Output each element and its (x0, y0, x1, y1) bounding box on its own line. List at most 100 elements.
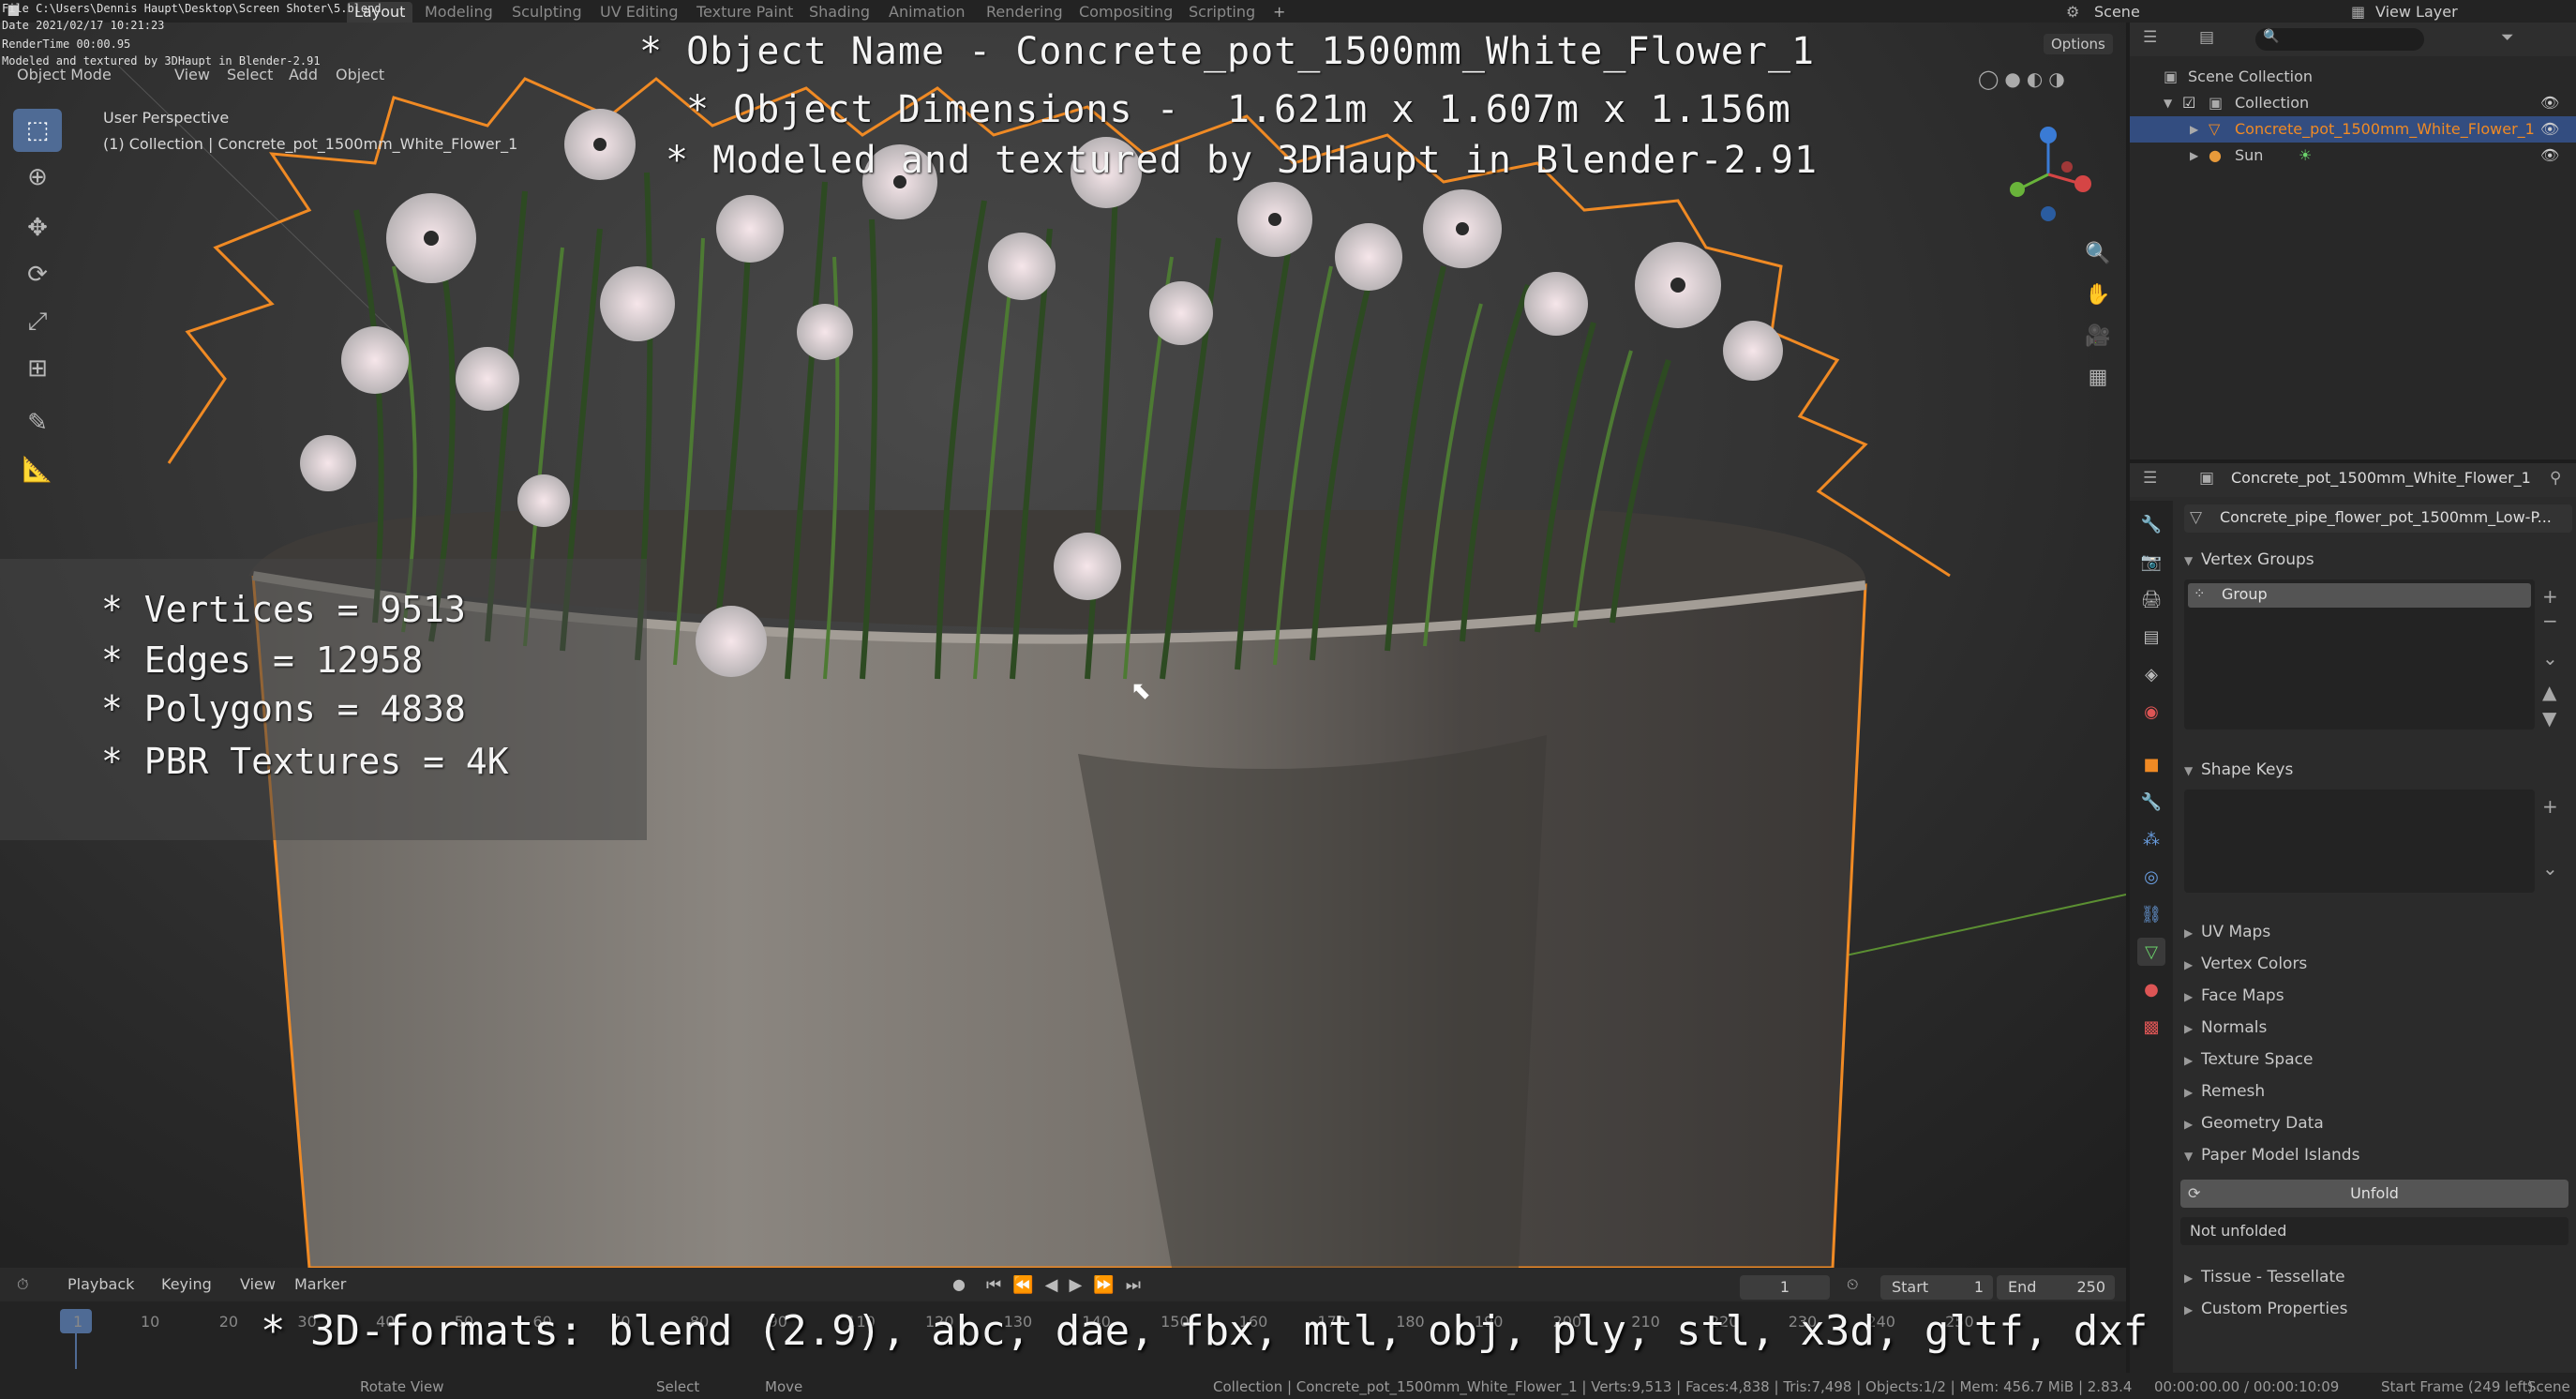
scene-props-icon[interactable]: ◈ (2137, 660, 2165, 688)
measure-tool[interactable]: 📐 (13, 448, 62, 491)
menu-timeline-view[interactable]: View (240, 1275, 276, 1293)
vertex-group-item[interactable]: ⁘ Group (2188, 583, 2531, 608)
navigation-gizmo[interactable] (1997, 109, 2100, 231)
timeline-editor-icon[interactable]: ⏱ (17, 1275, 28, 1294)
add-workspace-button[interactable]: + (1266, 2, 1293, 23)
scene-selector[interactable]: Scene (2087, 2, 2148, 23)
outliner-search-input[interactable]: 🔍 (2255, 28, 2424, 51)
add-shape-key-button[interactable]: + (2542, 795, 2558, 818)
outliner-row-scene-collection[interactable]: ▣ Scene Collection (2130, 64, 2576, 90)
menu-add[interactable]: Add (289, 66, 318, 83)
cursor-tool[interactable]: ⊕ (13, 156, 62, 199)
menu-keying[interactable]: Keying (161, 1275, 212, 1293)
record-button-icon[interactable]: ● (952, 1275, 966, 1293)
view-layer-selector[interactable]: View Layer (2368, 2, 2465, 23)
tab-scripting[interactable]: Scripting (1181, 2, 1263, 23)
unfold-button[interactable]: ⟳ Unfold (2180, 1180, 2569, 1208)
current-frame-field[interactable]: 1 (1740, 1275, 1830, 1300)
expand-icon[interactable]: ▼ (2164, 90, 2172, 116)
move-tool[interactable]: ✥ (13, 206, 62, 249)
playback-controls[interactable]: ⏮⏪◀▶⏩⏭ (986, 1275, 1152, 1295)
camera-view-icon[interactable]: 🎥 (2079, 317, 2117, 354)
tab-rendering[interactable]: Rendering (979, 2, 1071, 23)
tab-uv-editing[interactable]: UV Editing (592, 2, 685, 23)
expand-icon[interactable]: ▶ (2190, 116, 2198, 143)
checkbox-icon[interactable]: ☑ (2182, 90, 2195, 116)
pan-hand-icon[interactable]: ✋ (2079, 276, 2117, 313)
menu-select[interactable]: Select (227, 66, 273, 83)
panel-vertex-colors[interactable]: ▶ Vertex Colors (2184, 949, 2572, 979)
texture-icon[interactable]: ▩ (2137, 1013, 2165, 1041)
select-box-tool[interactable]: ⬚ (13, 109, 62, 152)
scale-tool[interactable]: ⤢ (13, 300, 62, 343)
vertex-groups-list[interactable]: ⁘ Group (2184, 579, 2535, 730)
annotate-tool[interactable]: ✎ (13, 401, 62, 444)
visibility-eye-icon[interactable]: 👁 (2540, 116, 2559, 143)
physics-icon[interactable]: ◎ (2137, 863, 2165, 891)
tab-texture-paint[interactable]: Texture Paint (689, 2, 801, 23)
scene-icon[interactable]: ⚙ (2059, 2, 2087, 23)
ortho-grid-icon[interactable]: ▦ (2079, 358, 2117, 396)
pin-icon[interactable]: ⚲ (2550, 469, 2561, 488)
tab-sculpting[interactable]: Sculpting (504, 2, 590, 23)
rotate-tool[interactable]: ⟳ (13, 253, 62, 296)
visibility-eye-icon[interactable]: 👁 (2540, 90, 2559, 116)
mesh-data-tab-icon[interactable]: ▽ (2137, 938, 2165, 966)
remove-vertex-group-button[interactable]: − (2542, 609, 2558, 632)
panel-tissue-tessellate[interactable]: ▶ Tissue - Tessellate (2184, 1262, 2572, 1292)
3d-viewport[interactable]: Object Mode View Select Add Object Optio… (0, 23, 2126, 1268)
shape-keys-list[interactable] (2184, 790, 2535, 893)
vertex-group-specials-icon[interactable]: ⌄ (2542, 647, 2558, 669)
zoom-icon[interactable]: 🔍 (2079, 234, 2117, 272)
tab-animation[interactable]: Animation (881, 2, 973, 23)
menu-playback[interactable]: Playback (67, 1275, 134, 1293)
move-up-icon[interactable]: ▲ (2542, 681, 2556, 703)
transform-tool[interactable]: ⊞ (13, 347, 62, 390)
panel-geometry-data[interactable]: ▶ Geometry Data (2184, 1108, 2572, 1138)
display-mode-icon[interactable]: ▤ (2199, 28, 2214, 47)
start-frame-field[interactable]: Start 1 (1880, 1275, 1993, 1300)
constraints-icon[interactable]: ⛓ (2137, 900, 2165, 928)
outliner-row-object[interactable]: ▶ ▽ Concrete_pot_1500mm_White_Flower_1 👁 (2130, 116, 2576, 143)
panel-face-maps[interactable]: ▶ Face Maps (2184, 981, 2572, 1011)
expand-icon[interactable]: ▶ (2190, 143, 2198, 169)
particles-icon[interactable]: ⁂ (2137, 825, 2165, 853)
end-frame-field[interactable]: End 250 (1997, 1275, 2115, 1300)
editor-type-icon[interactable]: ☰ (2143, 469, 2157, 488)
panel-texture-space[interactable]: ▶ Texture Space (2184, 1045, 2572, 1075)
panel-paper-model-islands[interactable]: ▼ Paper Model Islands (2184, 1140, 2572, 1170)
panel-shape-keys[interactable]: ▼ Shape Keys (2184, 756, 2572, 784)
view-layer-icon[interactable]: ▤ (2137, 623, 2165, 651)
object-name-field[interactable]: Concrete_pot_1500mm_White_Flower_1 (2231, 469, 2531, 487)
tab-modeling[interactable]: Modeling (417, 2, 501, 23)
shape-key-specials-icon[interactable]: ⌄ (2542, 857, 2558, 880)
tab-shading[interactable]: Shading (801, 2, 877, 23)
outliner-row-collection[interactable]: ▼ ☑ ▣ Collection 👁 (2130, 90, 2576, 116)
panel-custom-properties[interactable]: ▶ Custom Properties (2184, 1294, 2572, 1324)
options-button[interactable]: Options (2044, 34, 2113, 54)
world-icon[interactable]: ◉ (2137, 698, 2165, 726)
add-vertex-group-button[interactable]: + (2542, 585, 2558, 608)
menu-object[interactable]: Object (336, 66, 384, 83)
panel-normals[interactable]: ▶ Normals (2184, 1013, 2572, 1043)
filter-icon[interactable]: ⏷ (2501, 28, 2514, 47)
move-down-icon[interactable]: ▼ (2542, 707, 2556, 730)
preview-range-icon[interactable]: ⏲ (1847, 1275, 1858, 1294)
output-icon[interactable]: 🖨 (2137, 585, 2165, 613)
menu-view[interactable]: View (174, 66, 210, 83)
editor-type-icon[interactable]: ☰ (2143, 28, 2157, 47)
panel-uv-maps[interactable]: ▶ UV Maps (2184, 917, 2572, 947)
object-props-icon[interactable]: ■ (2137, 750, 2165, 778)
tool-settings-icon[interactable]: 🔧 (2137, 510, 2165, 538)
mode-selector[interactable]: Object Mode (17, 66, 112, 83)
tab-compositing[interactable]: Compositing (1071, 2, 1180, 23)
shading-mode-icons[interactable]: ◯●◐◑ (1978, 68, 2071, 90)
outliner-row-sun[interactable]: ▶ ● Sun ☀ 👁 (2130, 143, 2576, 169)
visibility-eye-icon[interactable]: 👁 (2540, 143, 2559, 169)
panel-remesh[interactable]: ▶ Remesh (2184, 1076, 2572, 1106)
material-icon[interactable]: ● (2137, 975, 2165, 1003)
modifier-icon[interactable]: 🔧 (2137, 788, 2165, 816)
menu-marker[interactable]: Marker (294, 1275, 346, 1293)
panel-vertex-groups[interactable]: ▼ Vertex Groups (2184, 546, 2572, 574)
mesh-datablock-field[interactable]: ▽ Concrete_pipe_flower_pot_1500mm_Low-P.… (2184, 504, 2572, 533)
